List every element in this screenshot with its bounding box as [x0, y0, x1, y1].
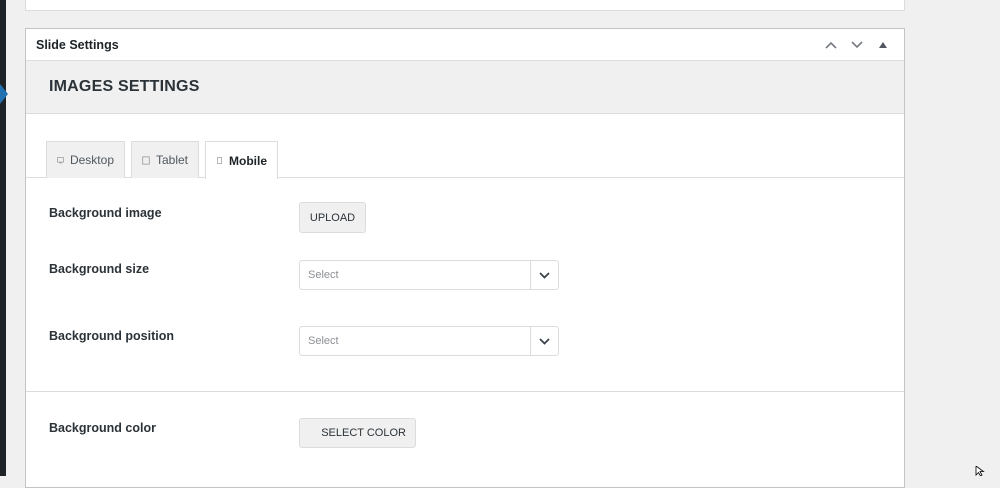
mouse-cursor-icon: [975, 466, 985, 476]
admin-menu-edge: [0, 0, 6, 476]
device-tabs: Desktop Tablet Mobile: [26, 114, 904, 179]
move-up-button[interactable]: [820, 34, 842, 56]
move-down-button[interactable]: [846, 34, 868, 56]
tab-tablet-label: Tablet: [155, 153, 188, 167]
handle-actions: [820, 34, 894, 56]
background-image-label: Background image: [49, 206, 162, 220]
background-size-select[interactable]: Select: [299, 260, 559, 290]
background-position-select[interactable]: Select: [299, 326, 559, 356]
mobile-icon: [217, 157, 222, 164]
desktop-icon: [57, 156, 64, 163]
background-size-label: Background size: [49, 262, 150, 276]
tablet-icon: [142, 156, 150, 164]
background-color-label: Background color: [49, 421, 156, 435]
triangle-up-icon: [879, 41, 887, 48]
postbox-title: Slide Settings: [36, 37, 119, 52]
background-size-value: Select: [308, 269, 339, 281]
tab-mobile[interactable]: Mobile: [205, 141, 278, 179]
tab-desktop[interactable]: Desktop: [46, 141, 125, 178]
select-color-button[interactable]: SELECT COLOR: [299, 418, 416, 448]
menu-pointer-icon: [0, 84, 8, 104]
tab-tablet[interactable]: Tablet: [131, 141, 199, 178]
previous-postbox: [25, 0, 905, 11]
upload-button[interactable]: UPLOAD: [299, 202, 366, 233]
postbox-header: Slide Settings: [26, 29, 904, 61]
toggle-panel-button[interactable]: [872, 34, 894, 56]
tab-desktop-label: Desktop: [69, 153, 114, 167]
background-position-value: Select: [308, 335, 339, 347]
background-position-label: Background position: [49, 329, 174, 343]
select-arrow: [530, 327, 558, 355]
section-title: IMAGES SETTINGS: [49, 78, 200, 95]
select-arrow: [530, 261, 558, 289]
section-divider: [26, 391, 904, 392]
chevron-down-icon: [539, 337, 550, 345]
slide-settings-postbox: Slide Settings IMAGES SETTINGS Desktop T…: [25, 28, 905, 488]
chevron-down-icon: [539, 271, 550, 279]
chevron-up-icon: [825, 41, 837, 49]
section-header: IMAGES SETTINGS: [26, 61, 904, 114]
chevron-down-icon: [851, 40, 863, 48]
tab-mobile-label: Mobile: [229, 153, 267, 168]
